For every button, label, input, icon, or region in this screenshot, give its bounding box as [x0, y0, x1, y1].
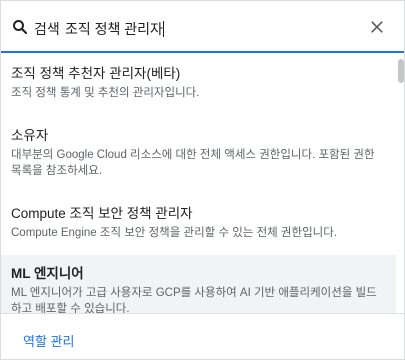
- search-icon: [11, 18, 29, 36]
- search-query-text: 조직 정책 관리자: [65, 21, 163, 37]
- role-title: 소유자: [11, 128, 49, 143]
- search-bar[interactable]: 검색 조직 정책 관리자: [1, 1, 404, 53]
- search-input[interactable]: 조직 정책 관리자: [65, 19, 164, 39]
- role-title: Compute 조직 보안 정책 관리자: [11, 206, 193, 221]
- list-item[interactable]: Compute 조직 보안 정책 관리자 Compute Engine 조직 보…: [1, 205, 396, 241]
- role-title: 조직 정책 추천자 관리자(베타): [11, 66, 181, 81]
- list-item-highlighted[interactable]: ML 엔지니어 ML 엔지니어가 고급 사용자로 GCP를 사용하여 AI 기반…: [1, 255, 396, 313]
- role-description: 조직 정책 통계 및 추천의 관리자입니다.: [11, 87, 200, 99]
- search-prefix-label: 검색: [34, 21, 60, 37]
- role-description: Compute Engine 조직 보안 정책을 관리할 수 있는 전체 권한입…: [11, 227, 338, 239]
- manage-roles-link[interactable]: 역할 관리: [23, 331, 74, 350]
- scrollbar-thumb[interactable]: [398, 59, 404, 83]
- list-item[interactable]: 소유자 대부분의 Google Cloud 리소스에 대한 전체 액세스 권한입…: [1, 127, 396, 179]
- close-icon[interactable]: [368, 18, 386, 36]
- role-picker-dialog: 검색 조직 정책 관리자 조직 정책 추천자 관리자(베타) 조직 정책 통계 …: [0, 0, 405, 360]
- dialog-footer: 역할 관리: [1, 313, 404, 359]
- text-caret: [162, 21, 164, 37]
- role-title: ML 엔지니어: [11, 266, 84, 281]
- list-item[interactable]: 조직 정책 추천자 관리자(베타) 조직 정책 통계 및 추천의 관리자입니다.: [1, 65, 396, 101]
- scrollbar[interactable]: [398, 55, 404, 313]
- role-description: 대부분의 Google Cloud 리소스에 대한 전체 액세스 권한입니다. …: [11, 149, 375, 177]
- role-list: 조직 정책 추천자 관리자(베타) 조직 정책 통계 및 추천의 관리자입니다.…: [1, 55, 396, 313]
- role-description: ML 엔지니어가 고급 사용자로 GCP를 사용하여 AI 기반 애플리케이션을…: [11, 287, 377, 313]
